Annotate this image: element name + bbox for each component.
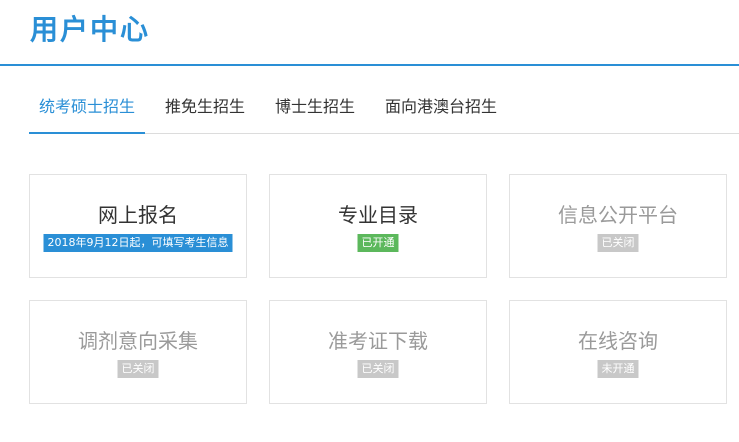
status-badge: 已关闭 <box>597 234 639 252</box>
card-adjustment-intention[interactable]: 调剂意向采集 已关闭 <box>29 300 247 404</box>
card-program-catalog[interactable]: 专业目录 已开通 <box>269 174 487 278</box>
header: 用户中心 <box>0 0 739 66</box>
tab-doctoral-admission[interactable]: 博士生招生 <box>275 80 355 133</box>
card-title: 信息公开平台 <box>558 203 678 227</box>
card-admission-ticket-download[interactable]: 准考证下载 已关闭 <box>269 300 487 404</box>
tab-bar: 统考硕士招生 推免生招生 博士生招生 面向港澳台招生 <box>29 80 739 134</box>
status-badge: 已开通 <box>357 234 399 252</box>
card-title: 调剂意向采集 <box>78 329 198 353</box>
status-badge: 未开通 <box>597 360 639 378</box>
card-title: 专业目录 <box>338 203 418 227</box>
card-online-consultation[interactable]: 在线咨询 未开通 <box>509 300 727 404</box>
card-online-registration[interactable]: 网上报名 2018年9月12日起，可填写考生信息 <box>29 174 247 278</box>
tab-recommended-admission[interactable]: 推免生招生 <box>165 80 245 133</box>
tab-hk-macao-taiwan-admission[interactable]: 面向港澳台招生 <box>385 80 497 133</box>
card-info-disclosure-platform[interactable]: 信息公开平台 已关闭 <box>509 174 727 278</box>
card-title: 准考证下载 <box>328 329 428 353</box>
page: 用户中心 统考硕士招生 推免生招生 博士生招生 面向港澳台招生 网上报名 201… <box>0 0 739 442</box>
status-badge: 已关闭 <box>357 360 399 378</box>
card-title: 网上报名 <box>98 203 178 227</box>
tab-unified-masters[interactable]: 统考硕士招生 <box>29 80 146 134</box>
status-badge: 2018年9月12日起，可填写考生信息 <box>43 234 233 252</box>
status-badge: 已关闭 <box>117 360 159 378</box>
page-title: 用户中心 <box>30 13 151 46</box>
card-title: 在线咨询 <box>578 329 658 353</box>
